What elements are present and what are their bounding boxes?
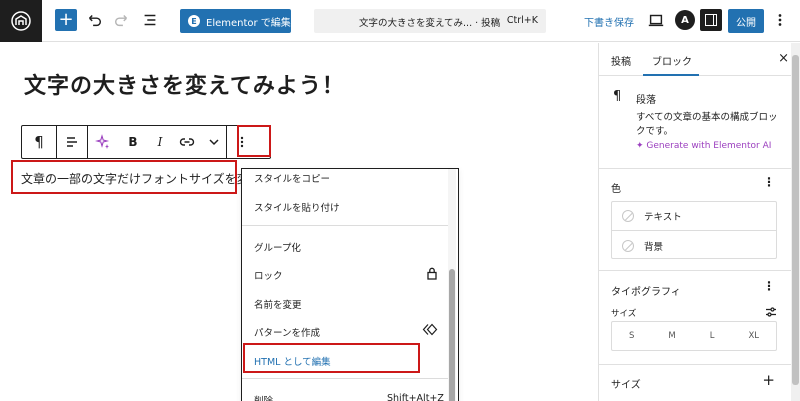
desktop-preview-icon xyxy=(648,14,664,27)
post-title[interactable]: 文字の大きさを変えてみよう！ xyxy=(24,68,345,100)
size-option-l[interactable]: L xyxy=(710,331,715,341)
elementor-ai-avatar[interactable]: A xyxy=(675,10,695,30)
command-palette-bar[interactable]: 文字の大きさを変えてみ... · 投稿 Ctrl+K xyxy=(314,9,546,33)
chevron-down-icon xyxy=(209,139,219,146)
align-button[interactable] xyxy=(57,126,87,158)
paragraph-icon[interactable]: ¶ xyxy=(22,126,56,158)
size-option-m[interactable]: M xyxy=(668,331,675,341)
paragraph-highlight xyxy=(11,160,237,194)
sidebar-scroll-thumb[interactable] xyxy=(792,55,799,385)
sparkle-icon xyxy=(95,134,110,149)
link-icon xyxy=(179,138,195,146)
sparkle-icon: ✦ xyxy=(636,141,644,151)
pattern-symbol-icon xyxy=(422,323,438,336)
block-name: 段落 xyxy=(636,95,656,106)
edit-html-highlight xyxy=(243,343,420,373)
menu-item-lock[interactable]: ロック xyxy=(254,268,283,282)
font-size-label: サイズ xyxy=(611,309,637,319)
bold-button[interactable]: B xyxy=(118,126,148,158)
redo-button[interactable] xyxy=(112,10,132,30)
menu-item-paste-style[interactable]: スタイルを貼り付け xyxy=(254,200,340,214)
paragraph-block-icon: ¶ xyxy=(613,89,622,104)
site-logo-button[interactable] xyxy=(0,0,42,42)
empty-color-swatch xyxy=(622,239,634,252)
block-type-group: ¶ xyxy=(22,126,57,158)
menu-item-copy-style[interactable]: スタイルをコピー xyxy=(254,171,330,185)
ai-button[interactable] xyxy=(88,126,118,158)
generate-ai-link[interactable]: ✦ Generate with Elementor AI xyxy=(636,141,771,151)
sidebar-scrollbar[interactable] xyxy=(791,43,800,401)
site-home-icon xyxy=(11,11,31,31)
menu-divider xyxy=(242,378,448,379)
typography-section-title: タイポグラフィ xyxy=(611,287,681,298)
block-description-line-1: すべての文章の基本の構成ブロッ xyxy=(636,112,778,123)
menu-item-delete[interactable]: 削除 xyxy=(254,393,273,401)
options-highlight xyxy=(237,125,271,157)
dimensions-section: サイズ + xyxy=(599,365,800,401)
document-overview-button[interactable] xyxy=(140,10,160,30)
italic-button[interactable]: I xyxy=(148,126,172,158)
edit-with-elementor-button[interactable]: E Elementor で編集 xyxy=(180,9,291,33)
menu-divider xyxy=(242,225,448,226)
custom-size-settings-icon[interactable] xyxy=(765,306,777,318)
top-bar: + E Elementor で編集 文字の大きさを変えてみ... · 投稿 Ct… xyxy=(0,0,800,42)
background-color-label: 背景 xyxy=(644,241,664,253)
undo-icon xyxy=(88,14,102,27)
block-toolbar: ¶ B I xyxy=(21,125,271,159)
vertical-ellipsis-icon xyxy=(778,14,782,26)
undo-button[interactable] xyxy=(84,10,104,30)
settings-sidebar: 投稿 ブロック × ¶ 段落 すべての文章の基本の構成ブロッ クです。 ✦ Ge… xyxy=(598,43,800,401)
close-sidebar-button[interactable]: × xyxy=(778,51,789,66)
tab-block[interactable]: ブロック xyxy=(652,53,692,68)
sidebar-tabs: 投稿 ブロック × xyxy=(599,43,800,76)
editor-root: + E Elementor で編集 文字の大きさを変えてみ... · 投稿 Ct… xyxy=(0,0,800,401)
generate-ai-label: Generate with Elementor AI xyxy=(646,141,772,151)
format-group: B I xyxy=(88,126,227,158)
command-title: 文字の大きさを変えてみ... · 投稿 xyxy=(359,18,501,29)
alignment-group xyxy=(57,126,88,158)
tab-post[interactable]: 投稿 xyxy=(611,53,631,68)
settings-sidebar-toggle[interactable] xyxy=(700,9,722,31)
background-color-row[interactable]: 背景 xyxy=(612,231,776,260)
more-rich-text-button[interactable] xyxy=(202,126,226,158)
elementor-icon: E xyxy=(188,15,200,27)
add-dimension-button[interactable]: + xyxy=(762,371,775,389)
size-option-xl[interactable]: XL xyxy=(748,331,759,341)
preview-button[interactable] xyxy=(646,10,666,30)
options-menu-button[interactable] xyxy=(770,10,790,30)
save-draft-button[interactable]: 下書き保存 xyxy=(584,14,634,29)
color-panel: テキスト 背景 xyxy=(611,201,777,259)
elementor-label: Elementor で編集 xyxy=(206,17,291,29)
publish-button[interactable]: 公開 xyxy=(728,9,764,33)
delete-shortcut: Shift+Alt+Z xyxy=(387,393,444,401)
color-options-button[interactable]: ⋮ xyxy=(763,175,775,189)
text-color-row[interactable]: テキスト xyxy=(612,202,776,231)
align-left-icon xyxy=(67,137,77,147)
list-view-icon xyxy=(144,14,156,26)
typography-options-button[interactable]: ⋮ xyxy=(763,279,775,293)
menu-item-rename[interactable]: 名前を変更 xyxy=(254,297,302,311)
menu-item-create-pattern[interactable]: パターンを作成 xyxy=(254,325,320,339)
redo-icon xyxy=(114,14,128,27)
menu-scroll-thumb[interactable] xyxy=(449,269,455,401)
dimensions-section-title: サイズ xyxy=(611,380,641,391)
sidebar-icon xyxy=(705,14,717,26)
color-section: 色 ⋮ テキスト 背景 xyxy=(599,169,800,271)
size-option-s[interactable]: S xyxy=(629,331,634,341)
menu-item-group[interactable]: グループ化 xyxy=(254,240,301,254)
text-color-label: テキスト xyxy=(644,212,682,223)
lock-icon xyxy=(427,267,437,280)
font-size-toggle-group: S M L XL xyxy=(611,321,777,351)
active-tab-indicator xyxy=(643,74,699,76)
add-block-button[interactable]: + xyxy=(55,9,77,31)
link-button[interactable] xyxy=(172,126,202,158)
menu-scrollbar[interactable] xyxy=(448,169,456,401)
command-shortcut: Ctrl+K xyxy=(506,15,538,26)
empty-color-swatch xyxy=(622,210,634,222)
color-section-title: 色 xyxy=(611,184,621,195)
block-card: ¶ 段落 すべての文章の基本の構成ブロッ クです。 ✦ Generate wit… xyxy=(599,77,800,169)
block-description-line-2: クです。 xyxy=(636,126,674,137)
